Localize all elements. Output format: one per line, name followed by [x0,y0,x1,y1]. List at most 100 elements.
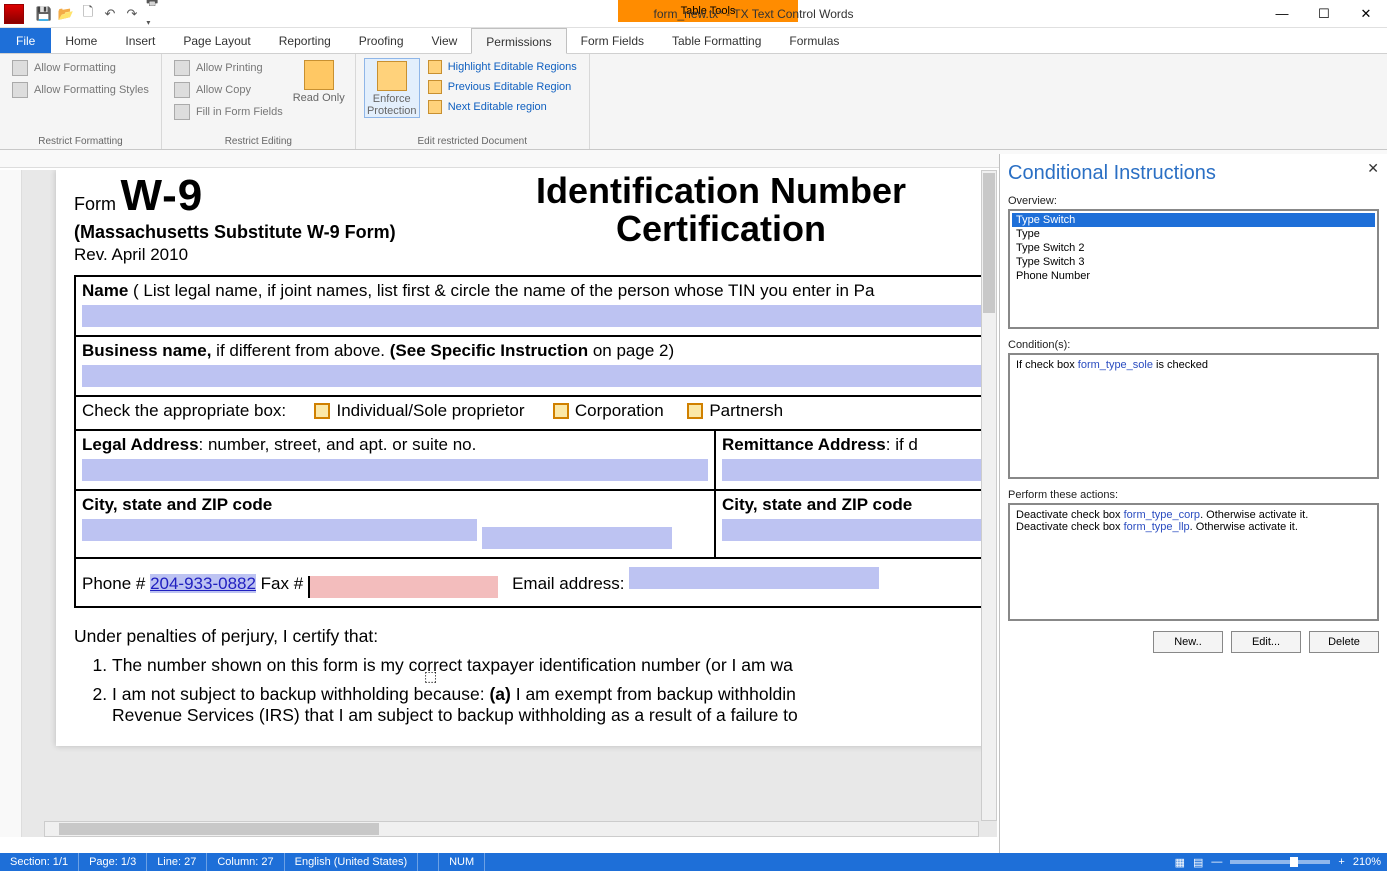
status-overtype[interactable] [418,853,439,871]
tab-tableformatting[interactable]: Table Formatting [658,28,775,53]
group-label: Restrict Formatting [8,136,153,147]
enforce-protection-button[interactable]: Enforce Protection [364,58,420,118]
new-icon[interactable]: 🗋 [80,6,96,22]
lock-icon [304,60,334,90]
undo-icon[interactable]: ↶ [102,6,118,22]
new-button[interactable]: New.. [1153,631,1223,653]
app-icon [4,4,24,24]
minimize-button[interactable]: — [1261,0,1303,28]
tab-proofing[interactable]: Proofing [345,28,418,53]
group-restrict-formatting: Allow Formatting Allow Formatting Styles… [0,54,162,149]
tab-permissions[interactable]: Permissions [471,28,566,54]
zip-field1[interactable] [482,527,672,549]
allow-formatting-button[interactable]: Allow Formatting [8,58,153,78]
zoom-knob[interactable] [1290,857,1298,867]
overview-item[interactable]: Type Switch 2 [1012,241,1375,255]
edit-button[interactable]: Edit... [1231,631,1301,653]
open-icon[interactable]: 📂 [58,6,74,22]
vertical-scrollbar[interactable] [981,170,997,821]
scrollbar-thumb[interactable] [59,823,379,835]
close-panel-button[interactable]: ✕ [1367,160,1379,177]
overview-item[interactable]: Type Switch 3 [1012,255,1375,269]
print-icon[interactable]: 🖶▾ [146,6,162,22]
status-section[interactable]: Section: 1/1 [0,853,79,871]
tab-insert[interactable]: Insert [111,28,169,53]
scrollbar-thumb[interactable] [983,173,995,313]
status-page[interactable]: Page: 1/3 [79,853,147,871]
delete-button[interactable]: Delete [1309,631,1379,653]
phone-label: Phone # [82,574,150,593]
tab-reporting[interactable]: Reporting [265,28,345,53]
fax-field-active[interactable] [308,576,498,598]
city-field2[interactable] [722,519,990,541]
partnership-checkbox[interactable] [687,403,703,419]
actions-box[interactable]: Deactivate check box form_type_corp. Oth… [1008,503,1379,621]
form-code: W-9 [120,171,203,220]
status-num[interactable]: NUM [439,853,485,871]
overview-item[interactable]: Phone Number [1012,269,1375,283]
titlebar: 💾 📂 🗋 ↶ ↷ 🖶▾ Table Tools form_new.tx* - … [0,0,1387,28]
allow-printing-button[interactable]: Allow Printing [170,58,287,78]
group-restrict-editing: Allow Printing Allow Copy Fill in Form F… [162,54,356,149]
conditions-label: Condition(s): [1008,339,1379,351]
form-ref: form_type_sole [1078,359,1153,371]
maximize-button[interactable]: ☐ [1303,0,1345,28]
certify-heading: Under penalties of perjury, I certify th… [74,626,997,647]
status-line[interactable]: Line: 27 [147,853,207,871]
zoom-level[interactable]: 210% [1353,856,1381,868]
zoom-slider[interactable] [1230,860,1330,864]
tab-file[interactable]: File [0,28,51,53]
fill-in-form-fields-button[interactable]: Fill in Form Fields [170,102,287,122]
name-desc: ( List legal name, if joint names, list … [128,281,874,300]
name-label: Name [82,281,128,300]
tab-view[interactable]: View [418,28,472,53]
zoom-in-button[interactable]: + [1338,856,1344,868]
document-page: Form W-9 (Massachusetts Substitute W-9 F… [56,170,997,746]
tab-formfields[interactable]: Form Fields [567,28,658,53]
save-icon[interactable]: 💾 [36,6,52,22]
overview-item[interactable]: Type Switch [1012,213,1375,227]
allow-copy-button[interactable]: Allow Copy [170,80,287,100]
panel-title: Conditional Instructions [1008,162,1379,185]
tab-home[interactable]: Home [51,28,111,53]
group-edit-restricted: Enforce Protection Highlight Editable Re… [356,54,590,149]
redo-icon[interactable]: ↷ [124,6,140,22]
name-field-editable[interactable] [82,305,990,327]
corporation-checkbox[interactable] [553,403,569,419]
highlight-editable-regions-button[interactable]: Highlight Editable Regions [424,58,581,76]
legal-address-field[interactable] [82,459,708,481]
certify-item-2: I am not subject to backup withholding b… [112,684,997,726]
phone-value[interactable]: 204-933-0882 [150,574,256,593]
read-only-button[interactable]: Read Only [291,58,347,122]
allow-formatting-styles-button[interactable]: Allow Formatting Styles [8,80,153,100]
city-field1[interactable] [82,519,477,541]
status-column[interactable]: Column: 27 [207,853,284,871]
view-mode-icon[interactable]: ▦ [1175,856,1185,869]
horizontal-scrollbar[interactable] [44,821,979,837]
previous-editable-region-button[interactable]: Previous Editable Region [424,78,581,96]
remittance-address-field[interactable] [722,459,990,481]
zoom-out-button[interactable]: — [1211,856,1222,868]
group-label: Restrict Editing [170,136,347,147]
highlight-icon [428,60,442,74]
vertical-ruler[interactable] [0,170,22,837]
tab-pagelayout[interactable]: Page Layout [169,28,264,53]
individual-checkbox[interactable] [314,403,330,419]
group-label: Edit restricted Document [364,136,581,147]
conditions-box[interactable]: If check box form_type_sole is checked [1008,353,1379,479]
document-viewport[interactable]: Form W-9 (Massachusetts Substitute W-9 F… [22,170,997,837]
arrow-right-icon [428,100,442,114]
read-only-label: Read Only [293,92,345,104]
form-ref: form_type_llp [1124,521,1190,533]
view-mode-icon2[interactable]: ▤ [1193,856,1203,869]
tab-formulas[interactable]: Formulas [775,28,853,53]
close-button[interactable]: ✕ [1345,0,1387,28]
overview-list[interactable]: Type Switch Type Type Switch 2 Type Swit… [1008,209,1379,329]
overview-item[interactable]: Type [1012,227,1375,241]
email-field[interactable] [629,567,879,589]
workspace: Form W-9 (Massachusetts Substitute W-9 F… [0,170,997,837]
business-field-editable[interactable] [82,365,990,387]
next-editable-region-button[interactable]: Next Editable region [424,98,581,116]
document-lock-icon [377,61,407,91]
status-language[interactable]: English (United States) [285,853,419,871]
